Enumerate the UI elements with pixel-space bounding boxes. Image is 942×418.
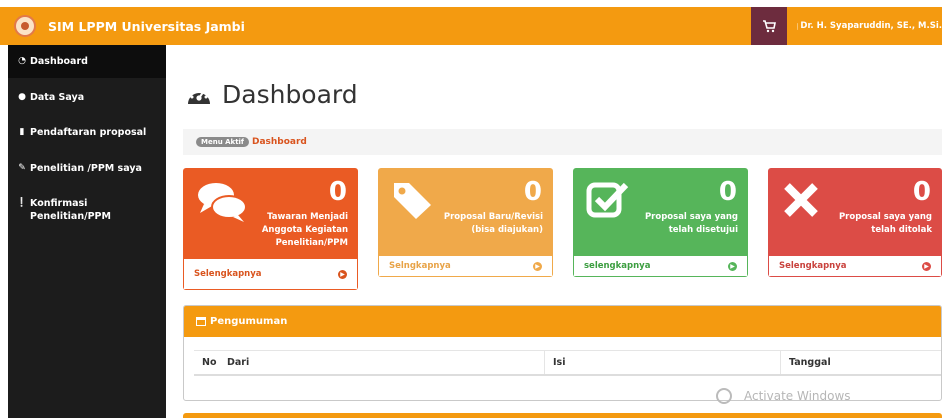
card-link-text: Selengkapnya [194, 269, 262, 279]
user-name: Dr. H. Syaparuddin, SE., M.Si. [800, 21, 942, 31]
card-label: Proposal saya yang telah disetujui [628, 211, 738, 237]
arrow-circle-right-icon: ▶ [533, 261, 542, 271]
sidebar-item-data-saya[interactable]: ● Data Saya [8, 91, 166, 104]
edit-icon: ✎ [18, 163, 26, 173]
announcements-table-header: No Dari Isi Tanggal [194, 350, 941, 376]
panel-header: Pengumuman [184, 306, 941, 337]
user-menu[interactable]: Dr. H. Syaparuddin, SE., M.Si. [797, 7, 942, 45]
arrow-circle-right-icon: ▶ [338, 269, 347, 279]
card-ditolak: 0 Proposal saya yang telah ditolak Selen… [768, 168, 942, 277]
sidebar-item-konfirmasi[interactable]: ❕ Konfirmasi Penelitian/PPM [8, 197, 166, 223]
sidebar-item-label: Data Saya [30, 92, 85, 103]
page-title-text: Dashboard [222, 80, 358, 109]
card-proposal-baru: 0 Proposal Baru/Revisi (bisa diajukan) S… [378, 168, 553, 277]
card-label-line: Proposal Baru/Revisi [443, 212, 543, 222]
sidebar-item-pendaftaran-proposal[interactable]: ▮ Pendaftaran proposal [8, 126, 166, 139]
sidebar-item-label-line1: Konfirmasi [30, 198, 88, 209]
card-label-line: telah ditolak [871, 225, 932, 235]
panel-title: Pengumuman [210, 316, 288, 327]
card-footer-link[interactable]: Selengkapnya ▶ [183, 259, 358, 290]
sidebar-item-label-line2: Penelitian/PPM [30, 211, 111, 222]
sidebar-item-label: Dashboard [30, 56, 88, 67]
brand[interactable]: SIM LPPM Universitas Jambi [14, 7, 245, 45]
card-tawaran: 0 Tawaran Menjadi Anggota Kegiatan Penel… [183, 168, 358, 290]
column-header-isi[interactable]: Isi [545, 351, 781, 374]
card-label-line: Anggota Kegiatan [261, 225, 348, 235]
sidebar-item-penelitian-ppm[interactable]: ✎ Penelitian /PPM saya [8, 162, 166, 175]
card-label-line: (bisa diajukan) [471, 225, 543, 235]
card-link-text: selengkapnya [584, 261, 651, 271]
card-label-line: Tawaran Menjadi [267, 212, 348, 222]
column-header-tanggal[interactable]: Tanggal [781, 357, 941, 368]
card-link-text: Selngkapnya [389, 261, 451, 271]
sidebar: ◔ Dashboard ● Data Saya ▮ Pendaftaran pr… [8, 45, 166, 418]
card-label: Proposal saya yang telah ditolak [822, 211, 932, 237]
column-header-dari[interactable]: Dari [219, 351, 545, 374]
breadcrumb: Menu Aktif Dashboard [183, 129, 942, 155]
user-icon: ● [18, 92, 26, 102]
sidebar-item-dashboard[interactable]: ◔ Dashboard [8, 45, 166, 78]
breadcrumb-badge: Menu Aktif [196, 137, 249, 147]
key-icon [716, 388, 732, 404]
page-title: Dashboard [186, 80, 358, 109]
tag-icon [394, 183, 431, 219]
info-circle-icon: ❕ [16, 198, 28, 208]
card-label-line: Penelitian/PPM [275, 238, 348, 248]
calendar-icon [196, 317, 206, 326]
breadcrumb-current[interactable]: Dashboard [252, 137, 307, 147]
card-count: 0 [523, 177, 542, 207]
app-title: SIM LPPM Universitas Jambi [48, 18, 245, 34]
sidebar-item-label: Pendaftaran proposal [30, 127, 147, 138]
card-footer-link[interactable]: selengkapnya ▶ [573, 256, 748, 277]
card-footer-link[interactable]: Selengkapnya ▶ [768, 256, 942, 277]
top-navbar: SIM LPPM Universitas Jambi Dr. H. Syapar… [0, 7, 942, 45]
card-label: Tawaran Menjadi Anggota Kegiatan Penelit… [238, 211, 348, 250]
card-label-line: telah disetujui [668, 225, 738, 235]
card-footer-link[interactable]: Selngkapnya ▶ [378, 256, 553, 277]
sidebar-item-label: Konfirmasi Penelitian/PPM [30, 197, 111, 223]
card-link-text: Selengkapnya [779, 261, 847, 271]
dashboard-icon: ◔ [18, 56, 26, 66]
cart-button[interactable] [751, 7, 787, 45]
check-square-icon [586, 182, 629, 218]
watermark-text: Activate Windows [744, 389, 851, 403]
card-count: 0 [328, 177, 347, 207]
next-panel-header [183, 413, 942, 418]
sidebar-item-label: Penelitian /PPM saya [30, 163, 142, 174]
times-icon [784, 183, 818, 217]
card-count: 0 [718, 177, 737, 207]
card-label-line: Proposal saya yang [838, 212, 932, 222]
card-disetujui: 0 Proposal saya yang telah disetujui sel… [573, 168, 748, 277]
dashboard-icon [188, 87, 210, 104]
activation-watermark: Activate Windows [716, 388, 851, 404]
arrow-circle-right-icon: ▶ [922, 261, 931, 271]
cart-icon [763, 19, 776, 32]
announcements-panel: Pengumuman No Dari Isi Tanggal [183, 305, 942, 401]
column-header-no[interactable]: No [194, 357, 219, 368]
card-label: Proposal Baru/Revisi (bisa diajukan) [433, 211, 543, 237]
card-label-line: Proposal saya yang [644, 212, 738, 222]
card-count: 0 [912, 177, 931, 207]
university-logo-icon [14, 15, 36, 37]
arrow-circle-right-icon: ▶ [728, 261, 737, 271]
file-icon: ▮ [19, 127, 25, 137]
